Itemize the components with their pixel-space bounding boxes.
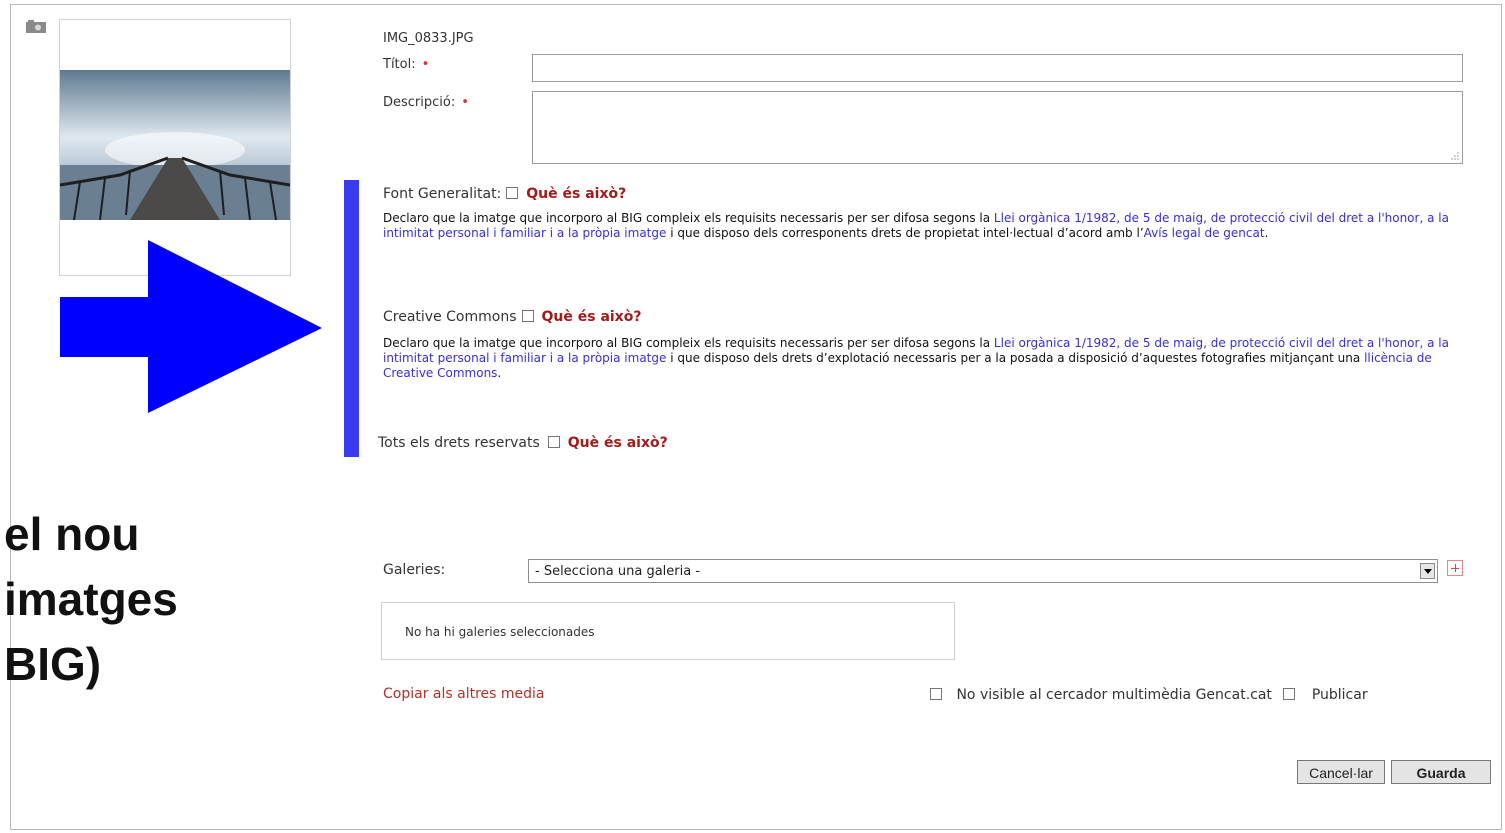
font-generalitat-label: Font Generalitat:: [383, 186, 502, 202]
font-generalitat-option: Font Generalitat: Què és això?: [383, 186, 626, 202]
legal-notice-link[interactable]: Avís legal de gencat: [1144, 226, 1265, 240]
add-gallery-icon[interactable]: [1447, 560, 1463, 576]
no-galleries-text: No ha hi galeries seleccionades: [405, 625, 595, 639]
title-label: Títol: •: [383, 57, 430, 72]
publish-label: Publicar: [1311, 687, 1368, 703]
image-thumbnail[interactable]: [59, 19, 291, 276]
resize-grip-icon[interactable]: [1450, 151, 1459, 160]
publish-checkbox[interactable]: [1283, 688, 1296, 700]
overlay-line-2: imatges: [4, 573, 178, 625]
required-mark: •: [421, 57, 430, 72]
all-rights-label: Tots els drets reservats: [378, 435, 540, 451]
chevron-down-icon[interactable]: [1420, 563, 1435, 579]
gallery-select-value: - Selecciona una galeria -: [535, 564, 701, 579]
galleries-label: Galeries:: [383, 562, 446, 578]
not-visible-checkbox[interactable]: [930, 688, 942, 700]
selected-galleries-box: No ha hi galeries seleccionades: [381, 602, 955, 660]
arrow-right-icon: [60, 240, 322, 413]
description-textarea[interactable]: [532, 91, 1463, 164]
what-is-this-link[interactable]: Què és això?: [542, 309, 642, 325]
cancel-button[interactable]: Cancel·lar: [1297, 760, 1385, 784]
all-rights-option: Tots els drets reservats Què és això?: [378, 435, 668, 451]
creative-commons-description: Declaro que la imatge que incorporo al B…: [383, 336, 1449, 380]
description-label: Descripció: •: [383, 95, 469, 110]
overlay-line-1: el nou: [4, 508, 140, 560]
creative-commons-checkbox[interactable]: [521, 310, 534, 322]
copy-to-other-media-link[interactable]: Copiar als altres media: [383, 686, 545, 702]
camera-icon: [26, 20, 46, 33]
what-is-this-link[interactable]: Què és això?: [568, 435, 668, 451]
save-button[interactable]: Guarda: [1391, 760, 1491, 784]
file-name: IMG_0833.JPG: [383, 31, 474, 46]
what-is-this-link[interactable]: Què és això?: [526, 186, 626, 202]
title-input[interactable]: [532, 54, 1463, 82]
creative-commons-option: Creative Commons Què és això?: [383, 309, 641, 325]
creative-commons-label: Creative Commons: [383, 309, 517, 325]
font-generalitat-checkbox[interactable]: [506, 187, 519, 199]
all-rights-checkbox[interactable]: [547, 436, 560, 448]
overlay-line-3: BIG): [4, 638, 102, 690]
gallery-select[interactable]: - Selecciona una galeria -: [528, 559, 1438, 583]
highlight-bar: [344, 180, 359, 457]
visibility-options: No visible al cercador multimèdia Gencat…: [930, 687, 1368, 703]
pier-photo: [60, 70, 290, 220]
not-visible-label: No visible al cercador multimèdia Gencat…: [956, 687, 1272, 703]
required-mark: •: [461, 95, 469, 110]
font-generalitat-description: Declaro que la imatge que incorporo al B…: [383, 211, 1449, 240]
